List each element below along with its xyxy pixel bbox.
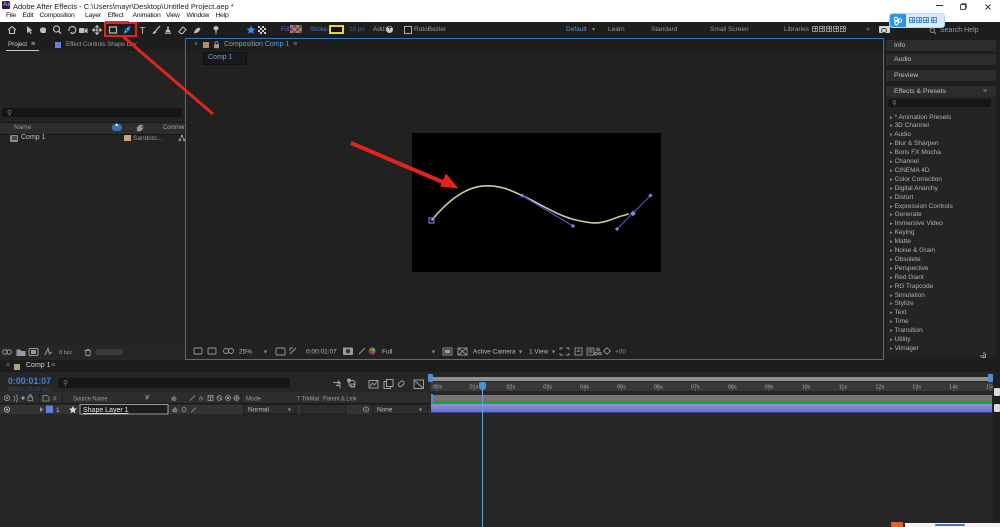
svg-text:8 bpc: 8 bpc — [59, 350, 73, 356]
svg-text:1: 1 — [56, 407, 60, 414]
svg-text:▾: ▾ — [419, 408, 422, 414]
svg-text:0:00:01:07: 0:00:01:07 — [306, 349, 337, 356]
svg-text:#: # — [53, 396, 57, 403]
svg-text:▾: ▾ — [432, 350, 435, 356]
svg-text:Normal: Normal — [248, 407, 270, 414]
svg-text:▾: ▾ — [288, 408, 291, 414]
svg-text:1 View: 1 View — [529, 349, 549, 356]
svg-text:Full: Full — [382, 349, 393, 356]
svg-text:+00: +00 — [615, 349, 626, 356]
svg-text:None: None — [377, 407, 393, 414]
svg-text:Mode: Mode — [246, 397, 262, 403]
svg-text:15s: 15s — [986, 384, 993, 390]
svg-text:Active Camera: Active Camera — [473, 349, 516, 356]
svg-text:Source Name: Source Name — [73, 397, 108, 403]
svg-text:▾: ▾ — [264, 350, 267, 356]
svg-text:T TrkMat: T TrkMat — [297, 397, 319, 403]
svg-text:▾: ▾ — [519, 350, 522, 356]
svg-text:T: T — [140, 26, 146, 36]
svg-text:▾: ▾ — [552, 350, 555, 356]
svg-text:Shape Layer 1: Shape Layer 1 — [83, 407, 129, 414]
svg-text:fx: fx — [199, 397, 205, 403]
svg-text:Parent & Link: Parent & Link — [323, 397, 358, 403]
svg-text:25%: 25% — [239, 349, 252, 356]
